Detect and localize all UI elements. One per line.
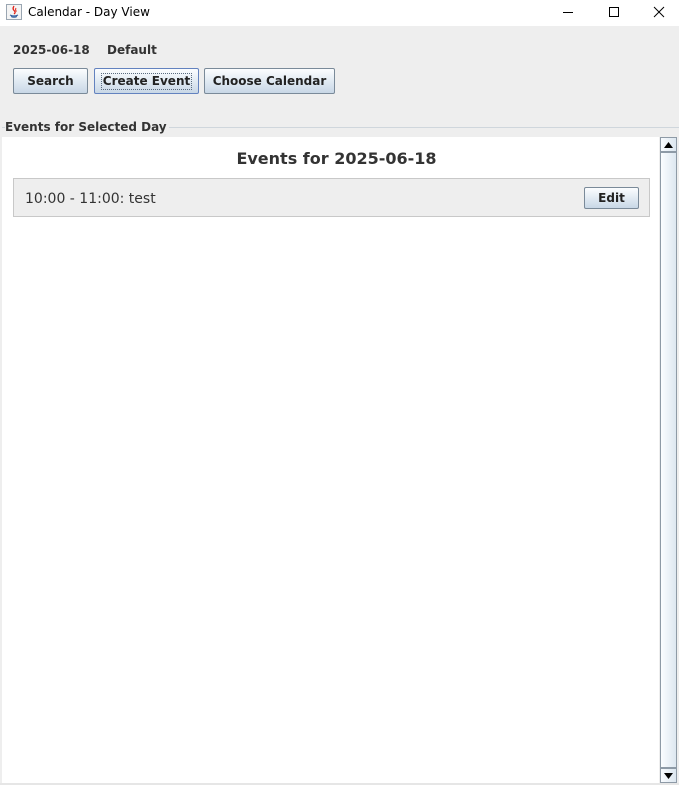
java-app-icon <box>6 4 22 20</box>
event-text: 10:00 - 11:00: test <box>25 191 156 207</box>
group-border-title: Events for Selected Day <box>5 120 169 134</box>
search-button[interactable]: Search <box>13 68 88 94</box>
events-scroll-viewport: Events for 2025-06-18 10:00 - 11:00: tes… <box>2 137 659 783</box>
arrow-down-icon <box>664 772 673 779</box>
scroll-thumb[interactable] <box>660 152 677 768</box>
events-heading: Events for 2025-06-18 <box>236 149 437 168</box>
event-row: 10:00 - 11:00: test Edit <box>13 178 650 217</box>
close-button[interactable] <box>636 0 679 24</box>
scroll-up-button[interactable] <box>660 137 677 152</box>
maximize-button[interactable] <box>591 0 637 24</box>
choose-calendar-button[interactable]: Choose Calendar <box>204 68 335 94</box>
window-title: Calendar - Day View <box>28 5 150 19</box>
app-window: Calendar - Day View 2025-06-18 Default S… <box>0 0 679 785</box>
maximize-icon <box>609 7 619 17</box>
selected-date-label: 2025-06-18 <box>13 43 90 57</box>
calendar-name-label: Default <box>107 43 157 57</box>
create-event-label: Create Event <box>100 72 193 90</box>
edit-event-button[interactable]: Edit <box>584 187 639 209</box>
vertical-scrollbar[interactable] <box>660 137 677 783</box>
close-icon <box>653 6 665 18</box>
arrow-up-icon <box>664 141 673 148</box>
scroll-down-button[interactable] <box>660 768 677 783</box>
title-bar[interactable]: Calendar - Day View <box>0 0 679 26</box>
minimize-icon <box>563 12 573 13</box>
minimize-button[interactable] <box>545 0 591 24</box>
create-event-button[interactable]: Create Event <box>94 68 199 94</box>
